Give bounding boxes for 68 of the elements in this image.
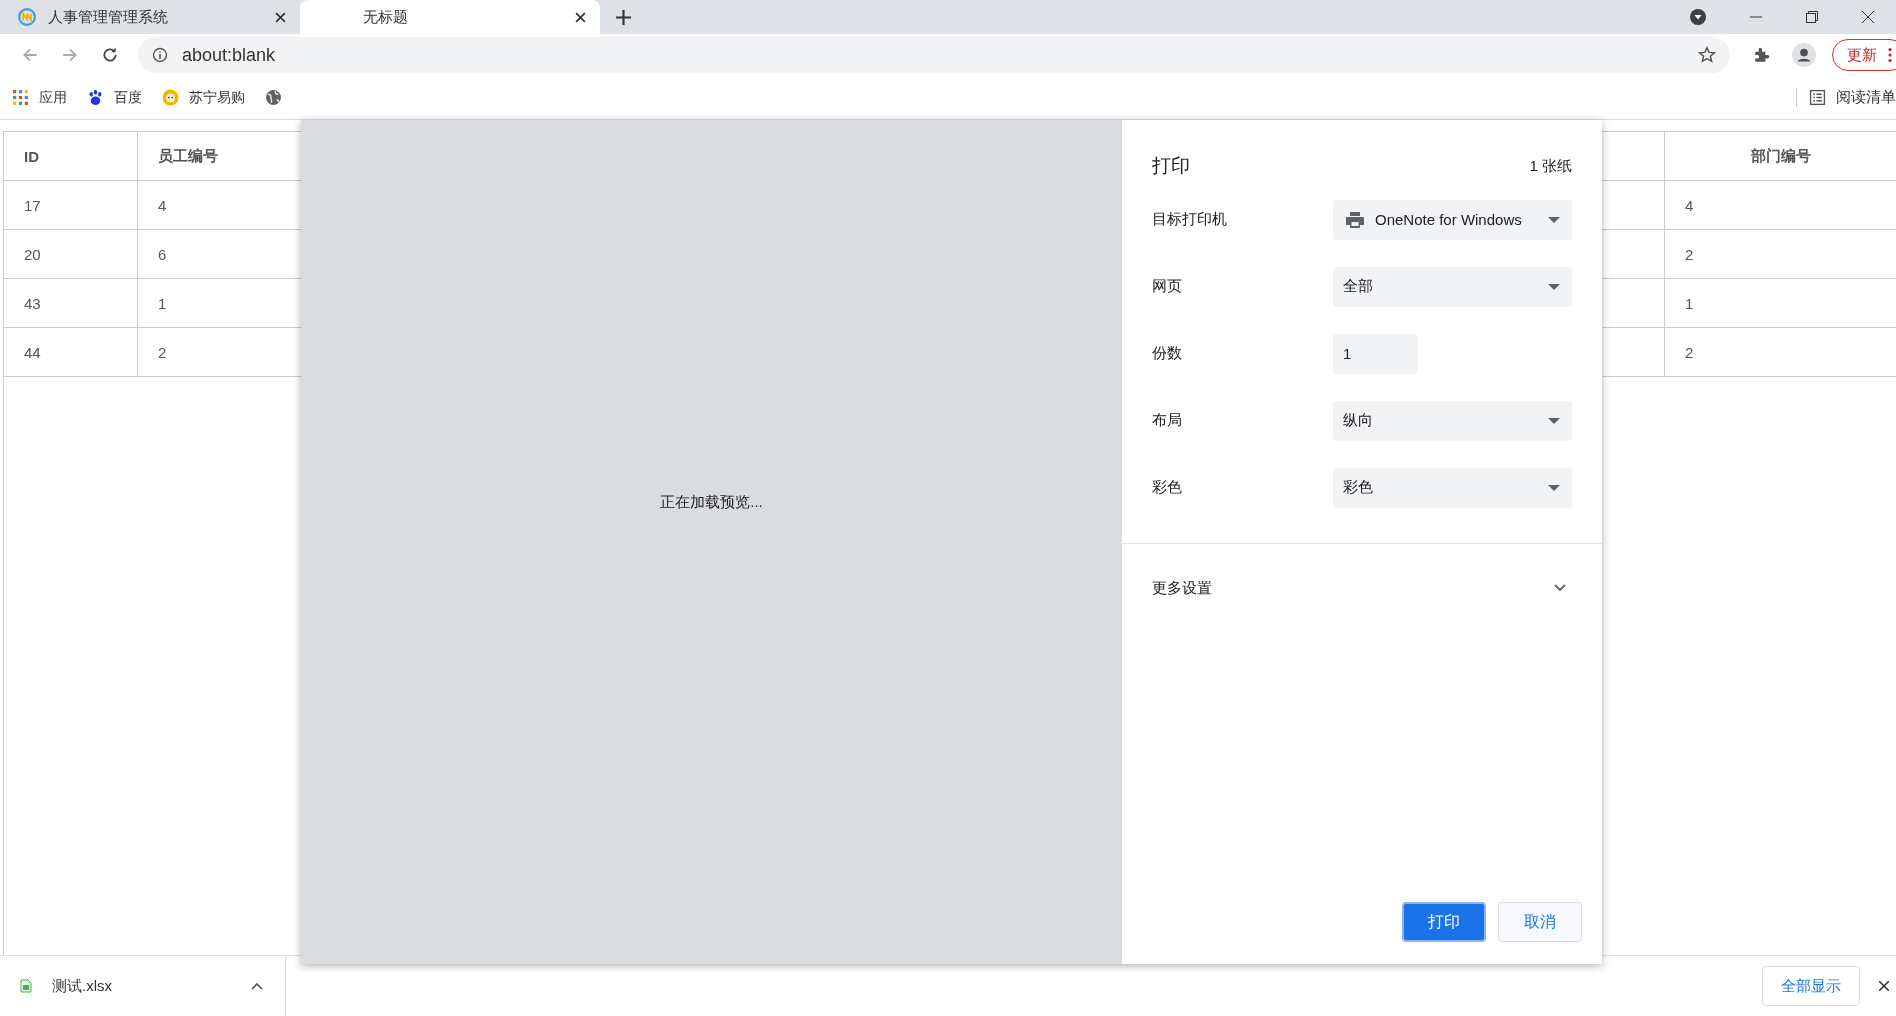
column-header: 员工编号 — [157, 145, 219, 166]
browser-tab[interactable]: 无标题 — [300, 0, 600, 34]
setting-label: 目标打印机 — [1152, 210, 1228, 229]
caret-up-icon[interactable] — [251, 982, 263, 990]
table-cell-text: 1 — [157, 293, 168, 314]
lion-icon — [162, 89, 179, 106]
plus-icon[interactable] — [616, 9, 631, 25]
close-icon[interactable] — [1861, 10, 1875, 24]
caret-icon — [1548, 484, 1560, 491]
info-icon — [152, 47, 168, 63]
table-cell: 20 — [4, 230, 138, 278]
print-button[interactable]: 打印 — [1402, 902, 1486, 942]
table-cell-text: 4 — [1684, 195, 1695, 216]
dialog-title: 打印 — [1152, 154, 1190, 178]
bookmark-item[interactable]: 苏宁易购 — [162, 88, 245, 107]
table-cell: 44 — [4, 328, 138, 376]
table-cell-text: 4 — [157, 195, 168, 216]
column-header: ID — [4, 132, 138, 180]
dropdown[interactable]: 纵向 — [1333, 400, 1572, 441]
restore-icon[interactable] — [1805, 10, 1819, 24]
table-cell-text: 6 — [157, 244, 168, 265]
setting-label: 网页 — [1152, 277, 1183, 296]
browser-tab[interactable]: 人事管理管理系统 — [0, 0, 300, 34]
column-header: 部门编号 — [1749, 145, 1812, 166]
caret-icon — [1548, 216, 1560, 223]
copies-field[interactable]: 1 — [1333, 333, 1418, 374]
more-icon[interactable] — [1888, 47, 1892, 63]
logo-icon — [18, 8, 36, 26]
close-icon[interactable] — [275, 11, 286, 23]
table-cell-text: 2 — [1684, 342, 1695, 363]
more-settings-toggle[interactable]: 更多设置 — [1122, 544, 1602, 632]
bookmark-item[interactable]: 百度 — [87, 88, 142, 107]
star-icon[interactable] — [1698, 46, 1716, 64]
download-item[interactable]: 测试.xlsx — [0, 956, 286, 1016]
table-cell: 17 — [4, 181, 138, 229]
reading-list-button[interactable]: 阅读清单 — [1796, 88, 1896, 107]
dropdown[interactable]: 彩色 — [1333, 467, 1572, 508]
table-cell-text: 2 — [157, 342, 168, 363]
paw-icon — [87, 89, 104, 106]
setting-label: 份数 — [1152, 344, 1183, 363]
setting-label: 布局 — [1152, 411, 1183, 430]
sheet-count: 1 张纸 — [1529, 156, 1572, 176]
setting-label: 彩色 — [1152, 478, 1183, 497]
dropdown[interactable]: OneNote for Windows — [1333, 199, 1572, 240]
file-icon — [20, 979, 32, 993]
table-cell-text: 1 — [1684, 293, 1695, 314]
printer-icon — [1345, 210, 1365, 229]
address-bar[interactable]: about:blank — [138, 37, 1730, 73]
caret-icon — [1548, 283, 1560, 290]
close-icon[interactable] — [1878, 980, 1890, 992]
update-button[interactable]: 更新 — [1832, 39, 1896, 71]
bookmark-item[interactable]: 应用 — [12, 88, 67, 107]
loading-message: 正在加载预览... — [660, 492, 763, 512]
profile-icon[interactable] — [1792, 43, 1816, 67]
caret-icon — [1548, 417, 1560, 424]
table-cell: 43 — [4, 279, 138, 327]
dropdown[interactable]: 全部 — [1333, 266, 1572, 307]
apps-grid-icon — [12, 89, 29, 106]
puzzle-icon[interactable] — [1753, 46, 1771, 64]
globe-icon[interactable] — [265, 89, 282, 106]
cancel-button[interactable]: 取消 — [1498, 902, 1582, 942]
reload-icon[interactable] — [101, 46, 119, 64]
close-icon[interactable] — [575, 11, 586, 23]
show-all-button[interactable]: 全部显示 — [1762, 966, 1860, 1006]
chevron-icon — [1554, 584, 1566, 592]
list-icon — [1809, 89, 1826, 106]
dropdown-icon[interactable] — [1689, 8, 1707, 26]
table-cell-text: 2 — [1684, 244, 1695, 265]
